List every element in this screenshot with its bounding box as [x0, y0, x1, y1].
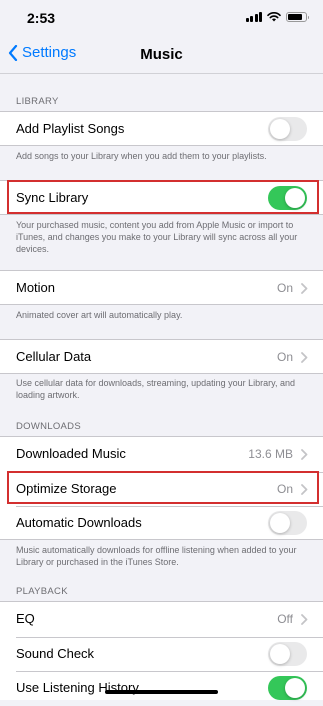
row-divider [16, 506, 323, 507]
row-value: 13.6 MB [248, 447, 293, 461]
status-time: 2:53 [27, 10, 56, 26]
row-label: Automatic Downloads [16, 515, 142, 530]
chevron-right-icon [301, 283, 308, 294]
automatic-downloads-toggle[interactable] [268, 511, 307, 535]
group-add-playlist-songs: Add Playlist Songs [0, 111, 323, 146]
row-label: Sync Library [16, 190, 89, 205]
row-sound-check[interactable]: Sound Check [0, 637, 323, 672]
footer-automatic-downloads: Music automatically downloads for offlin… [16, 545, 297, 567]
toggle-knob [270, 119, 290, 139]
toggle-knob [285, 678, 305, 698]
group-downloads: Downloaded Music 13.6 MB Optimize Storag… [0, 436, 323, 540]
battery-icon [286, 12, 309, 22]
row-divider [16, 671, 323, 672]
row-value: On [276, 482, 293, 496]
row-label: Sound Check [16, 646, 95, 661]
row-value: Off [277, 612, 293, 626]
cellular-signal-icon [245, 12, 262, 22]
row-divider [16, 472, 323, 473]
row-eq[interactable]: EQ Off [0, 602, 323, 637]
row-add-playlist-songs[interactable]: Add Playlist Songs [0, 112, 323, 147]
footer-add-playlist-songs: Add songs to your Library when you add t… [16, 151, 267, 161]
page-title: Music [140, 46, 183, 63]
row-cellular-data[interactable]: Cellular Data On [0, 340, 323, 375]
row-label: Cellular Data [16, 349, 92, 364]
status-icons [245, 12, 309, 22]
use-listening-history-toggle[interactable] [268, 676, 307, 700]
sync-library-toggle[interactable] [268, 186, 307, 210]
chevron-right-icon [301, 614, 308, 625]
row-divider [16, 637, 323, 638]
add-playlist-songs-toggle[interactable] [268, 117, 307, 141]
nav-divider [0, 73, 323, 74]
footer-sync-library: Your purchased music, content you add fr… [16, 220, 298, 254]
chevron-right-icon [301, 449, 308, 460]
toggle-knob [270, 644, 290, 664]
group-sync-library: Sync Library [0, 180, 323, 215]
toggle-knob [270, 513, 290, 533]
row-label: Motion [16, 280, 56, 295]
sound-check-toggle[interactable] [268, 642, 307, 666]
chevron-right-icon [301, 352, 308, 363]
row-value: On [276, 281, 293, 295]
row-use-listening-history[interactable]: Use Listening History [0, 671, 323, 706]
chevron-right-icon [301, 484, 308, 495]
section-header-library: LIBRARY [16, 96, 59, 107]
wifi-icon [267, 12, 281, 22]
navigation-bar: Settings Music [0, 36, 323, 74]
row-optimize-storage[interactable]: Optimize Storage On [0, 472, 323, 507]
footer-cellular-data: Use cellular data for downloads, streami… [16, 378, 295, 400]
group-cellular-data: Cellular Data On [0, 339, 323, 374]
group-playback: EQ Off Sound Check Use Listening History [0, 601, 323, 700]
row-label: Add Playlist Songs [16, 121, 125, 136]
section-header-playback: PLAYBACK [16, 586, 68, 597]
row-automatic-downloads[interactable]: Automatic Downloads [0, 506, 323, 541]
footer-motion: Animated cover art will automatically pl… [16, 310, 183, 320]
row-sync-library[interactable]: Sync Library [0, 181, 323, 216]
section-header-downloads: DOWNLOADS [16, 421, 81, 432]
row-label: Optimize Storage [16, 481, 117, 496]
row-value: On [276, 350, 293, 364]
row-downloaded-music[interactable]: Downloaded Music 13.6 MB [0, 437, 323, 472]
status-bar: 2:53 [0, 0, 323, 36]
row-label: EQ [16, 611, 35, 626]
home-indicator [105, 690, 218, 694]
group-motion: Motion On [0, 270, 323, 305]
toggle-knob [285, 188, 305, 208]
row-label: Downloaded Music [16, 446, 126, 461]
row-motion[interactable]: Motion On [0, 271, 323, 306]
